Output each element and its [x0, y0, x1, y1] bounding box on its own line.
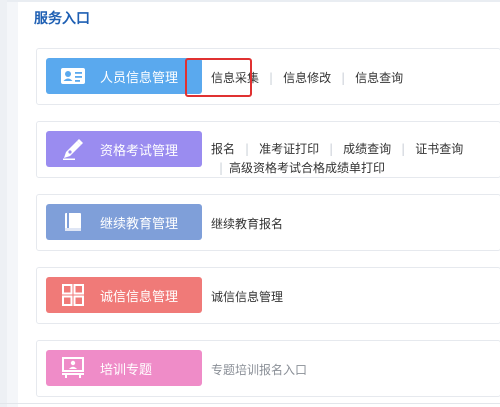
credit-info-label: 诚信信息管理 — [100, 289, 179, 305]
qualification-exam-links: 报名 | 准考证打印 | 成绩查询 | 证书查询 | 高级资格考试合格成绩单打印 — [211, 140, 463, 176]
training-topics-button[interactable]: 培训专题 — [46, 350, 202, 386]
separator: | — [245, 141, 250, 156]
card-credit-info: 诚信信息管理 诚信信息管理 — [36, 267, 500, 324]
pen-icon — [46, 137, 100, 161]
link-certificate-query[interactable]: 证书查询 — [415, 140, 463, 157]
link-continuing-education-register[interactable]: 继续教育报名 — [211, 215, 283, 232]
separator: | — [401, 141, 406, 156]
link-credit-info-manage[interactable]: 诚信信息管理 — [211, 288, 283, 305]
card-continuing-education: 继续教育管理 继续教育报名 — [36, 194, 500, 251]
bottom-divider — [0, 403, 500, 404]
separator: | — [341, 70, 346, 85]
separator: | — [269, 70, 274, 85]
link-special-training-register[interactable]: 专题培训报名入口 — [211, 361, 307, 378]
panel-title: 服务入口 — [34, 11, 90, 27]
card-qualification-exam: 资格考试管理 报名 | 准考证打印 | 成绩查询 | 证书查询 | 高级资格考试… — [36, 121, 500, 178]
continuing-education-links: 继续教育报名 — [211, 215, 283, 232]
presentation-icon — [46, 357, 100, 379]
link-score-query[interactable]: 成绩查询 — [343, 140, 391, 157]
link-register[interactable]: 报名 — [211, 140, 235, 157]
link-admission-ticket[interactable]: 准考证打印 — [259, 140, 319, 157]
service-panel: 服务入口 人员信息管理 信息采集 | 信息修改 | 信息查询 资格考试管理 报名… — [18, 2, 500, 407]
link-info-query[interactable]: 信息查询 — [355, 69, 403, 86]
continuing-education-button[interactable]: 继续教育管理 — [46, 204, 202, 240]
left-edge — [0, 0, 7, 407]
qualification-exam-label: 资格考试管理 — [100, 143, 179, 159]
link-advanced-score-print[interactable]: 高级资格考试合格成绩单打印 — [229, 159, 385, 176]
id-card-icon — [46, 67, 100, 85]
card-personnel-info: 人员信息管理 信息采集 | 信息修改 | 信息查询 — [36, 48, 500, 105]
personnel-info-button[interactable]: 人员信息管理 — [46, 58, 202, 94]
credit-info-links: 诚信信息管理 — [211, 288, 283, 305]
training-topics-links: 专题培训报名入口 — [211, 361, 307, 378]
qualification-exam-button[interactable]: 资格考试管理 — [46, 131, 202, 167]
separator: | — [219, 160, 224, 175]
grid-icon — [46, 284, 100, 306]
separator: | — [329, 141, 334, 156]
continuing-education-label: 继续教育管理 — [100, 216, 179, 232]
credit-info-button[interactable]: 诚信信息管理 — [46, 277, 202, 313]
card-training-topics: 培训专题 专题培训报名入口 — [36, 340, 500, 397]
highlight-box — [185, 58, 252, 97]
book-icon — [46, 211, 100, 233]
training-topics-label: 培训专题 — [100, 362, 153, 378]
link-info-modify[interactable]: 信息修改 — [283, 69, 331, 86]
personnel-info-label: 人员信息管理 — [100, 70, 179, 86]
